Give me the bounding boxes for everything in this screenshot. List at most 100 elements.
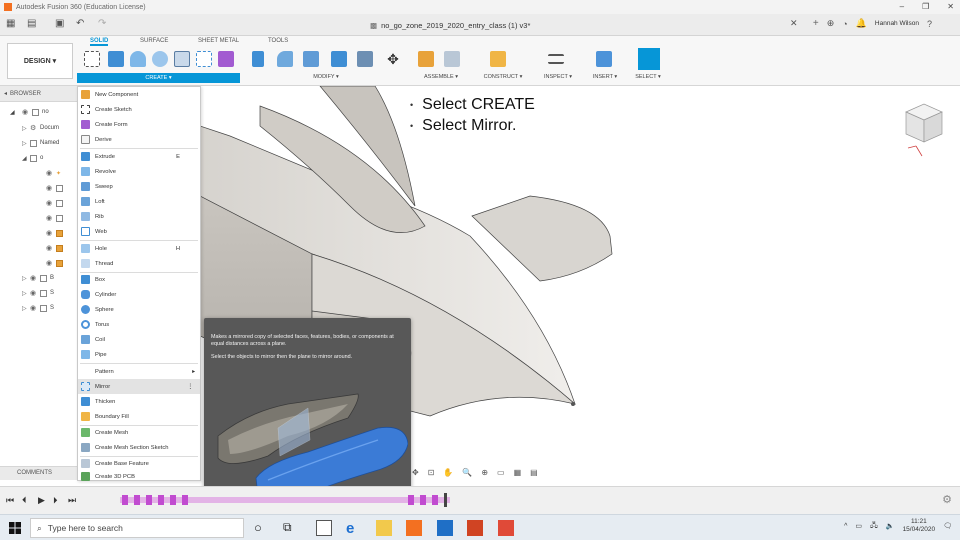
tab-sheet-metal[interactable]: SHEET METAL	[198, 38, 239, 44]
eye-icon[interactable]: ◉	[46, 169, 56, 177]
viewports-icon[interactable]: ▤	[530, 468, 538, 477]
menu-item-web[interactable]: Web	[78, 224, 200, 239]
chamfer-icon[interactable]	[303, 51, 319, 67]
assemble-menu-button[interactable]: ASSEMBLE ▾	[416, 74, 466, 80]
more-options-icon[interactable]: ⋮	[187, 384, 193, 390]
undo-icon[interactable]: ↶	[76, 18, 84, 29]
fillet-icon[interactable]	[277, 51, 293, 67]
browser-row[interactable]: ◉	[0, 257, 77, 269]
app-s-icon[interactable]	[498, 520, 514, 536]
display-settings-icon[interactable]: ▭	[497, 468, 505, 477]
fit-icon[interactable]: ⊕	[481, 468, 488, 477]
menu-item-torus[interactable]: Torus	[78, 317, 200, 332]
go-to-end-icon[interactable]: ⏭	[68, 495, 76, 506]
select-menu-button[interactable]: SELECT ▾	[630, 74, 666, 80]
expand-triangle-icon[interactable]: ▷	[22, 275, 30, 282]
clock[interactable]: 11:21 15/04/2020	[903, 518, 936, 534]
maximize-icon[interactable]: ❐	[922, 2, 929, 11]
eye-icon[interactable]: ◉	[46, 184, 56, 192]
modify-menu-button[interactable]: MODIFY ▾	[304, 74, 348, 80]
menu-item-mirror[interactable]: Mirror ⋮	[78, 379, 200, 394]
eye-icon[interactable]: ◉	[46, 199, 56, 207]
job-status-icon[interactable]: ◔	[842, 19, 847, 29]
menu-item-base-feature[interactable]: Create Base Feature	[78, 456, 200, 471]
offset-plane-icon[interactable]	[490, 51, 506, 67]
file-menu-icon[interactable]: ▤	[27, 18, 36, 29]
eye-icon[interactable]: ◉	[30, 289, 40, 297]
browser-row[interactable]: ▷ ◉ S	[0, 287, 77, 299]
browser-row[interactable]: ◢ ◉ no	[0, 106, 77, 118]
browser-row[interactable]: ◢ o	[0, 152, 77, 164]
insert-menu-button[interactable]: INSERT ▾	[588, 74, 622, 80]
browser-row[interactable]: ▷ Named	[0, 137, 77, 149]
eye-icon[interactable]: ◉	[46, 214, 56, 222]
expand-triangle-icon[interactable]: ▷	[22, 290, 30, 297]
menu-item-thicken[interactable]: Thicken	[78, 394, 200, 409]
menu-item-rib[interactable]: Rib	[78, 209, 200, 224]
zoom-icon[interactable]: 🔍	[462, 468, 472, 477]
new-tab-icon[interactable]: +	[813, 18, 819, 29]
new-component-icon[interactable]	[418, 51, 434, 67]
comments-panel[interactable]: COMMENTS	[0, 466, 77, 480]
browser-row[interactable]: ◉	[0, 182, 77, 194]
pattern-icon[interactable]	[174, 51, 190, 67]
pan-icon[interactable]: ✋	[443, 468, 453, 477]
file-icon[interactable]	[316, 520, 332, 536]
menu-item-pipe[interactable]: Pipe	[78, 347, 200, 362]
collapse-icon[interactable]: ◂	[4, 90, 7, 97]
eye-icon[interactable]: ◉	[30, 274, 40, 282]
create-form-icon[interactable]	[218, 51, 234, 67]
menu-item-create-sketch[interactable]: Create Sketch	[78, 102, 200, 117]
browser-row[interactable]: ◉	[0, 227, 77, 239]
outlook-icon[interactable]	[437, 520, 453, 536]
eye-icon[interactable]: ◉	[30, 304, 40, 312]
cortana-icon[interactable]: ○	[254, 520, 270, 536]
step-forward-icon[interactable]: ⏵	[53, 495, 58, 506]
menu-item-create-mesh[interactable]: Create Mesh	[78, 425, 200, 440]
inspect-menu-button[interactable]: INSPECT ▾	[538, 74, 578, 80]
user-name[interactable]: Hannah Wilson	[875, 20, 919, 27]
notification-center-icon[interactable]: 🗨	[943, 522, 952, 530]
browser-row[interactable]: ▷ ◉ B	[0, 272, 77, 284]
gear-icon[interactable]: ⚙	[30, 124, 40, 132]
expand-triangle-icon[interactable]: ◢	[10, 109, 22, 116]
revolve-icon[interactable]	[130, 51, 146, 67]
browser-row[interactable]: ◉	[0, 212, 77, 224]
combine-icon[interactable]	[357, 51, 373, 67]
menu-item-coil[interactable]: Coil	[78, 332, 200, 347]
workspace-switcher[interactable]: DESIGN ▾	[7, 43, 73, 79]
expand-triangle-icon[interactable]: ▷	[22, 305, 30, 312]
grid-settings-icon[interactable]: ▦	[514, 468, 522, 477]
menu-item-pattern[interactable]: Pattern ▸	[78, 364, 200, 379]
menu-item-new-component[interactable]: New Component	[78, 87, 200, 102]
step-back-icon[interactable]: ⏴	[22, 495, 27, 506]
press-pull-icon[interactable]	[252, 51, 264, 67]
expand-triangle-icon[interactable]: ▷	[22, 125, 30, 132]
menu-item-thread[interactable]: Thread	[78, 256, 200, 271]
powerpoint-icon[interactable]	[467, 520, 483, 536]
create-sketch-icon[interactable]	[84, 51, 100, 67]
browser-row[interactable]: ◉	[0, 197, 77, 209]
viewcube-icon[interactable]	[900, 98, 950, 158]
browser-row[interactable]: ◉ ✦	[0, 167, 77, 179]
browser-row[interactable]: ◉	[0, 242, 77, 254]
menu-item-boundary-fill[interactable]: Boundary Fill	[78, 409, 200, 424]
move-icon[interactable]: ✥	[385, 51, 401, 67]
notifications-icon[interactable]: 🔔	[856, 18, 867, 29]
menu-item-cylinder[interactable]: Cylinder	[78, 287, 200, 302]
orbit-icon[interactable]: ✥	[412, 468, 419, 477]
redo-icon[interactable]: ↷	[98, 18, 106, 29]
close-icon[interactable]: ✕	[947, 2, 954, 11]
timeline-settings-gear-icon[interactable]: ⚙	[942, 493, 952, 506]
hole-icon[interactable]	[152, 51, 168, 67]
tab-solid[interactable]: SOLID	[90, 38, 109, 46]
language-icon[interactable]: 🖧	[870, 521, 878, 532]
save-icon[interactable]: ▣	[55, 18, 64, 29]
menu-item-revolve[interactable]: Revolve	[78, 164, 200, 179]
play-icon[interactable]: ▶	[38, 495, 45, 506]
extensions-icon[interactable]: ⊕	[827, 18, 835, 29]
document-tab[interactable]: ▩ no_go_zone_2019_2020_entry_class (1) v…	[370, 17, 530, 34]
file-explorer-icon[interactable]	[376, 520, 392, 536]
create-menu-button[interactable]: CREATE ▾	[77, 73, 240, 83]
edge-icon[interactable]: e	[346, 520, 362, 537]
